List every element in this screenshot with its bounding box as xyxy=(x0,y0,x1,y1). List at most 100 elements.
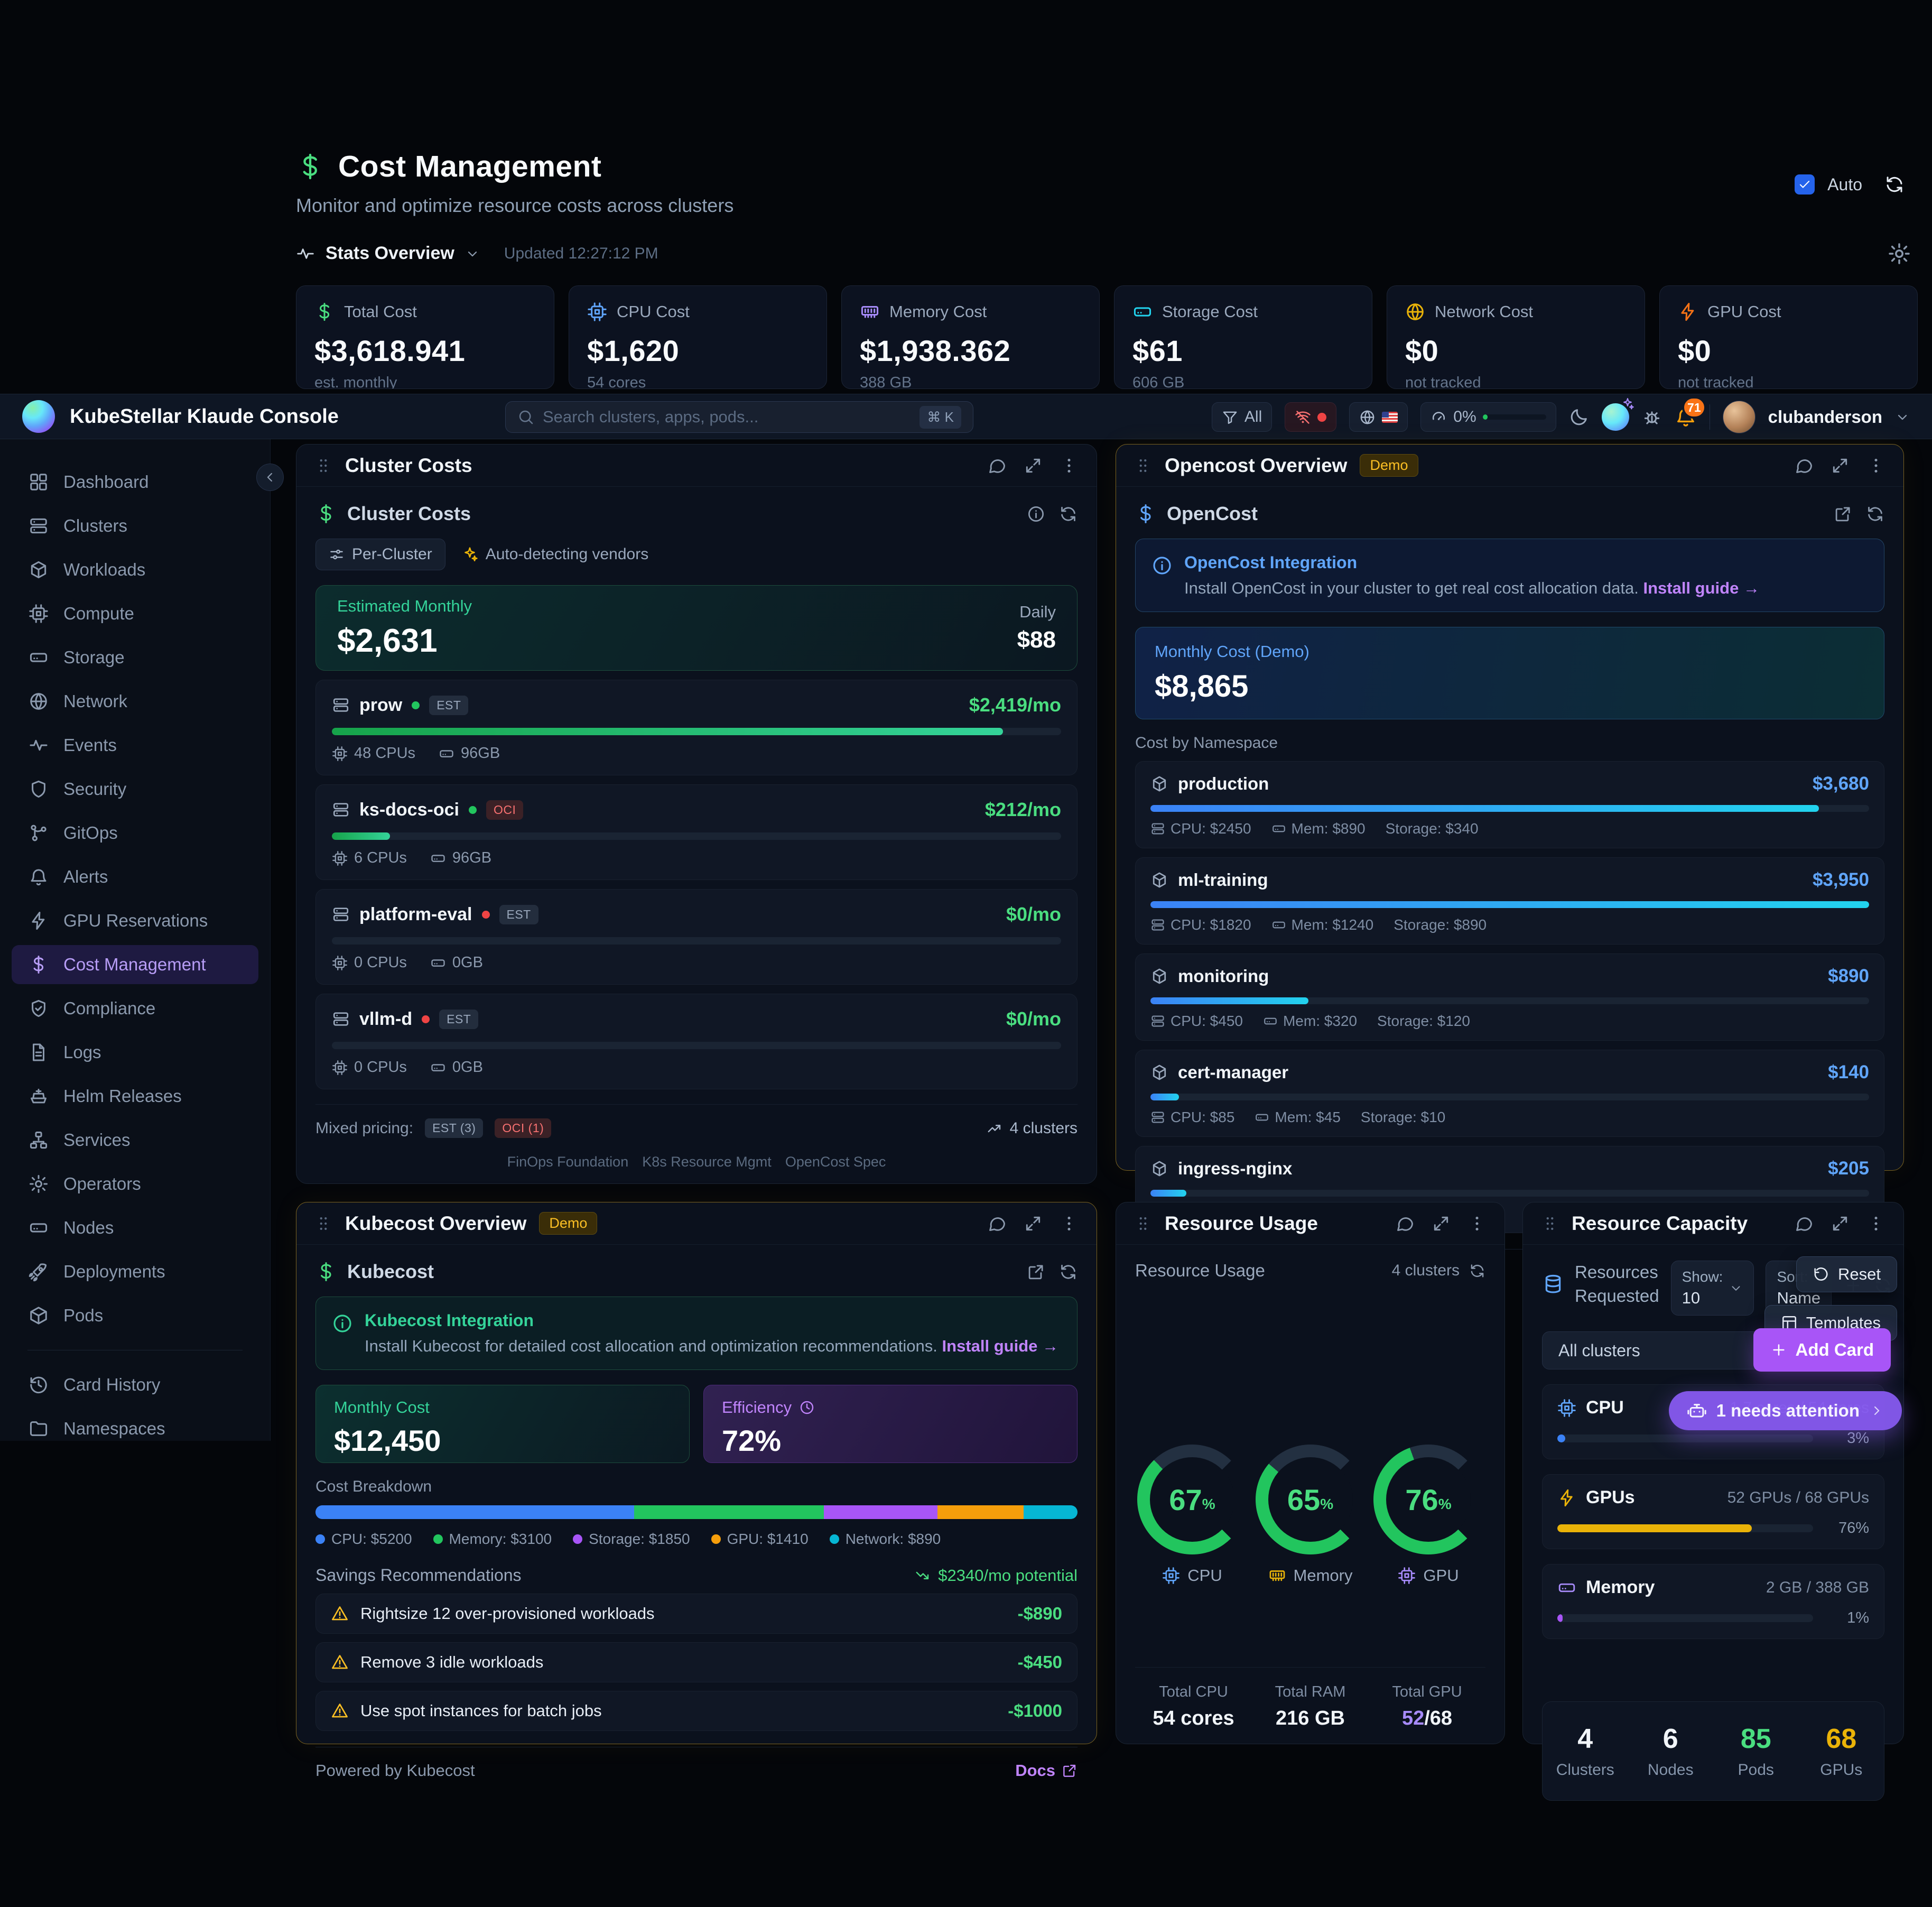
kebab-menu-icon[interactable] xyxy=(1467,1214,1487,1233)
info-icon[interactable] xyxy=(1027,505,1045,523)
usage-percent: 0% xyxy=(1453,408,1476,426)
expand-icon[interactable] xyxy=(1024,1214,1043,1233)
per-cluster-tab[interactable]: Per-Cluster xyxy=(315,539,445,570)
notifications-button[interactable]: 71 xyxy=(1675,406,1697,428)
sidebar-item[interactable]: Compute xyxy=(12,594,258,633)
add-card-button[interactable]: Add Card xyxy=(1753,1328,1891,1372)
kubestellar-logo[interactable] xyxy=(22,400,55,433)
user-avatar[interactable] xyxy=(1723,401,1755,433)
sidebar-item[interactable]: Clusters xyxy=(12,506,258,545)
locale-button[interactable] xyxy=(1349,402,1408,432)
expand-icon[interactable] xyxy=(1831,1214,1850,1233)
sidebar-item[interactable]: Alerts xyxy=(12,857,258,896)
kebab-menu-icon[interactable] xyxy=(1060,456,1079,475)
show-count-select[interactable]: Show: 10 xyxy=(1671,1261,1754,1316)
docs-link[interactable]: Docs xyxy=(1015,1761,1078,1780)
user-menu-chevron-icon[interactable] xyxy=(1895,410,1910,424)
gpu-capacity-row[interactable]: GPUs 52 GPUs / 68 GPUs 76% xyxy=(1542,1474,1884,1549)
debug-bug-icon[interactable] xyxy=(1642,407,1662,427)
namespace-row[interactable]: production $3,680 CPU: $2450 Mem: $890 S… xyxy=(1135,761,1884,848)
refresh-icon[interactable] xyxy=(1059,505,1078,523)
sidebar-item[interactable]: Logs xyxy=(12,1033,258,1072)
cluster-row[interactable]: platform-eval EST $0/mo 0 CPUs 0GB xyxy=(315,889,1078,985)
dark-mode-toggle-icon[interactable] xyxy=(1569,407,1589,427)
refresh-icon[interactable] xyxy=(1866,505,1884,523)
cluster-row[interactable]: ks-docs-oci OCI $212/mo 6 CPUs 96GB xyxy=(315,784,1078,880)
install-guide-link[interactable]: Install guide → xyxy=(942,1337,1058,1355)
namespace-row[interactable]: ml-training $3,950 CPU: $1820 Mem: $1240… xyxy=(1135,857,1884,945)
savings-row[interactable]: Rightsize 12 over-provisioned workloads … xyxy=(315,1594,1078,1634)
needs-attention-pill[interactable]: 1 needs attention xyxy=(1669,1391,1902,1430)
sidebar-item[interactable]: Storage xyxy=(12,638,258,677)
sidebar-item[interactable]: Events xyxy=(12,726,258,765)
sidebar-item[interactable]: Nodes xyxy=(12,1208,258,1247)
chevron-down-icon[interactable] xyxy=(465,246,480,261)
comment-icon[interactable] xyxy=(1396,1214,1415,1233)
reset-button[interactable]: Reset xyxy=(1796,1256,1897,1292)
search-input[interactable] xyxy=(543,408,911,427)
namespace-row[interactable]: cert-manager $140 CPU: $85 Mem: $45 Stor… xyxy=(1135,1050,1884,1137)
standards-link[interactable]: OpenCost Spec xyxy=(785,1154,886,1170)
comment-icon[interactable] xyxy=(1795,1214,1814,1233)
expand-icon[interactable] xyxy=(1831,456,1850,475)
namespace-row[interactable]: monitoring $890 CPU: $450 Mem: $320 Stor… xyxy=(1135,954,1884,1041)
sidebar-item[interactable]: Card History xyxy=(12,1365,258,1404)
clusters-count-link[interactable]: 4 clusters xyxy=(987,1119,1078,1137)
drag-handle-icon[interactable] xyxy=(314,457,332,475)
refresh-icon[interactable] xyxy=(1469,1263,1485,1279)
memory-capacity-row[interactable]: Memory 2 GB / 388 GB 1% xyxy=(1542,1564,1884,1639)
kubestellar-sphere-icon[interactable] xyxy=(1602,403,1629,431)
sidebar-item[interactable]: GPU Reservations xyxy=(12,901,258,940)
sidebar-collapse-button[interactable] xyxy=(256,464,284,491)
install-guide-link[interactable]: Install guide → xyxy=(1643,579,1759,597)
cluster-cost-bar xyxy=(332,728,1061,735)
sidebar-item[interactable]: Pods xyxy=(12,1296,258,1335)
sidebar-item[interactable]: Namespaces xyxy=(12,1409,258,1448)
comment-icon[interactable] xyxy=(988,1214,1007,1233)
refresh-icon[interactable] xyxy=(1059,1263,1078,1281)
connectivity-button[interactable] xyxy=(1285,402,1336,432)
refresh-icon[interactable] xyxy=(1884,174,1905,195)
widget-title: Resource Capacity xyxy=(1572,1212,1748,1235)
stat-card: Storage Cost $61 606 GB xyxy=(1114,285,1372,389)
user-name[interactable]: clubanderson xyxy=(1768,407,1882,427)
external-link-icon[interactable] xyxy=(1027,1263,1045,1281)
drag-handle-icon[interactable] xyxy=(1134,1215,1152,1233)
kebab-menu-icon[interactable] xyxy=(1060,1214,1079,1233)
cluster-row[interactable]: vllm-d EST $0/mo 0 CPUs 0GB xyxy=(315,994,1078,1089)
savings-row[interactable]: Remove 3 idle workloads -$450 xyxy=(315,1642,1078,1682)
sidebar-item[interactable]: Network xyxy=(12,682,258,721)
kebab-menu-icon[interactable] xyxy=(1866,1214,1885,1233)
monthly-cost-label: Monthly Cost (Demo) xyxy=(1155,642,1865,661)
auto-refresh-checkbox[interactable] xyxy=(1795,174,1815,195)
cpu-capacity-row[interactable]: CPU 1.7 cores / 54 cores 3% 1 needs atte… xyxy=(1542,1384,1884,1459)
sidebar-item[interactable]: Operators xyxy=(12,1164,258,1204)
settings-gear-icon[interactable] xyxy=(1888,242,1911,265)
savings-row[interactable]: Use spot instances for batch jobs -$1000 xyxy=(315,1691,1078,1731)
stats-overview-toggle[interactable]: Stats Overview Updated 12:27:12 PM xyxy=(296,243,658,264)
sidebar-item[interactable]: Services xyxy=(12,1121,258,1160)
drag-handle-icon[interactable] xyxy=(1541,1215,1559,1233)
sidebar-item[interactable]: Helm Releases xyxy=(12,1077,258,1116)
comment-icon[interactable] xyxy=(988,456,1007,475)
sidebar-item[interactable]: Deployments xyxy=(12,1252,258,1291)
expand-icon[interactable] xyxy=(1024,456,1043,475)
sidebar-item[interactable]: Dashboard xyxy=(12,462,258,502)
drag-handle-icon[interactable] xyxy=(314,1215,332,1233)
external-link-icon[interactable] xyxy=(1834,505,1852,523)
cluster-row[interactable]: prow EST $2,419/mo 48 CPUs 96GB xyxy=(315,680,1078,775)
sidebar-item[interactable]: Security xyxy=(12,770,258,809)
sidebar-item[interactable]: Compliance xyxy=(12,989,258,1028)
sidebar-item[interactable]: GitOps xyxy=(12,813,258,853)
filter-all-button[interactable]: All xyxy=(1212,402,1272,432)
drag-handle-icon[interactable] xyxy=(1134,457,1152,475)
sidebar-item[interactable]: Workloads xyxy=(12,550,258,589)
sidebar-item[interactable]: Cost Management xyxy=(12,945,258,984)
standards-link[interactable]: K8s Resource Mgmt xyxy=(642,1154,772,1170)
standards-link[interactable]: FinOps Foundation xyxy=(507,1154,629,1170)
comment-icon[interactable] xyxy=(1795,456,1814,475)
usage-meter-button[interactable]: 0% xyxy=(1420,402,1556,432)
global-search[interactable]: ⌘ K xyxy=(505,401,973,433)
expand-icon[interactable] xyxy=(1432,1214,1451,1233)
kebab-menu-icon[interactable] xyxy=(1866,456,1885,475)
